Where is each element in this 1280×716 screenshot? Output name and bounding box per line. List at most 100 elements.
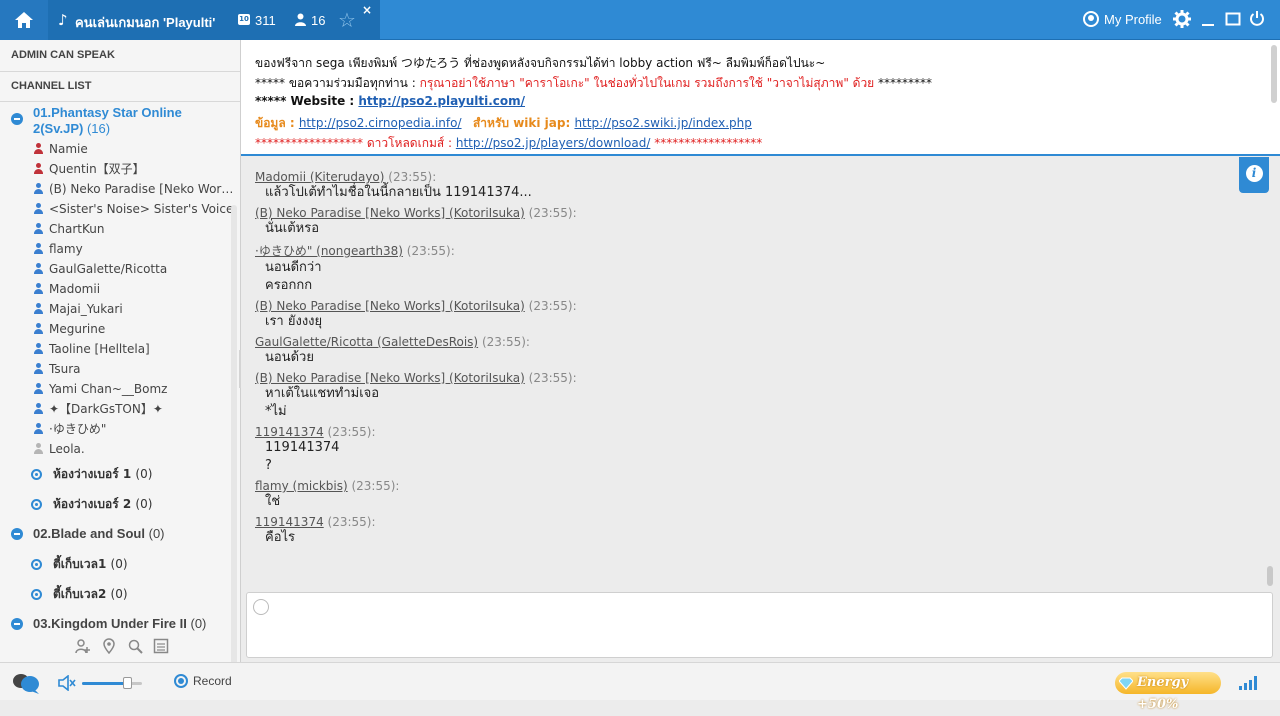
- message-meta: Madomii (Kiterudayo) (23:55):: [255, 170, 1266, 184]
- user-item[interactable]: Tsura: [0, 359, 232, 379]
- chat-scrollbar[interactable]: [1267, 566, 1273, 586]
- volume-handle[interactable]: [123, 677, 132, 689]
- user-item[interactable]: Leola.: [0, 439, 232, 459]
- user-name: flamy: [49, 242, 83, 256]
- sender-name[interactable]: 119141374: [255, 515, 324, 529]
- power-icon[interactable]: [1249, 10, 1265, 28]
- notice-line: ***** Website : http://pso2.playulti.com…: [255, 94, 1266, 114]
- location-pin-icon[interactable]: [101, 638, 117, 654]
- chat-bubbles-icon[interactable]: [12, 672, 40, 694]
- person-icon: [33, 443, 44, 455]
- person-icon: [33, 223, 44, 235]
- subroom-count: (0): [110, 587, 128, 601]
- message-text: นอนดีกว่า: [265, 260, 322, 275]
- volume-slider[interactable]: [82, 677, 142, 689]
- message-input[interactable]: [247, 593, 1272, 657]
- subroom-name: ห้องว่างเบอร์ 2: [53, 497, 132, 511]
- my-profile-button[interactable]: My Profile: [1083, 11, 1162, 27]
- user-list: Namie Quentin【双子】 (B) Neko Paradise [Neko …: [0, 139, 232, 459]
- user-name: ·ゆきひめ": [49, 422, 107, 436]
- user-name: ✦【DarkGsTON】✦: [49, 402, 163, 416]
- channel-count: (0): [190, 616, 207, 631]
- diamond-icon: [1119, 677, 1133, 690]
- signal-icon: [1239, 676, 1257, 690]
- user-icon: [295, 13, 306, 26]
- sender-name[interactable]: 119141374: [255, 425, 324, 439]
- sender-name[interactable]: GaulGalette/Ricotta (GaletteDesRois): [255, 335, 478, 349]
- minimize-icon[interactable]: [1201, 10, 1215, 28]
- message-meta: ·ゆきひめ" (nongearth38) (23:55):: [255, 242, 1266, 259]
- website-link[interactable]: http://pso2.playulti.com/: [358, 94, 525, 108]
- energy-label: Energy +50%: [1137, 675, 1189, 712]
- user-item[interactable]: <Sister's Noise> Sister's Voice: [0, 199, 232, 219]
- maximize-icon[interactable]: [1225, 10, 1241, 28]
- user-item[interactable]: Yami Chan~__Bomz: [0, 379, 232, 399]
- user-item[interactable]: GaulGalette/Ricotta: [0, 259, 232, 279]
- room-radio-icon: [31, 469, 42, 480]
- message-time: (23:55):: [528, 206, 577, 220]
- notice-text: *********: [874, 76, 933, 90]
- notice-scrollbar[interactable]: [1271, 45, 1277, 103]
- user-item[interactable]: Majai_Yukari: [0, 299, 232, 319]
- close-tab-icon[interactable]: ×: [362, 3, 372, 17]
- notice-text: สำหรับ wiki jap:: [472, 116, 575, 130]
- user-item[interactable]: Quentin【双子】: [0, 159, 232, 179]
- swiki-link[interactable]: http://pso2.swiki.jp/index.php: [574, 116, 751, 130]
- user-item[interactable]: Taoline [Helltela]: [0, 339, 232, 359]
- subroom-item[interactable]: ห้องว่างเบอร์ 1 (0): [0, 459, 232, 489]
- search-icon[interactable]: [127, 638, 143, 654]
- message-text: เรา ยังงงยุ: [265, 314, 323, 329]
- subroom-item[interactable]: ตี้เก็บเวล1 (0): [0, 549, 232, 579]
- channel-kingdom-under-fire[interactable]: 03.Kingdom Under Fire II (0): [0, 609, 232, 639]
- message-time: (23:55):: [327, 425, 376, 439]
- channel-pso2[interactable]: 01.Phantasy Star Online 2(Sv.JP) (16): [0, 103, 232, 139]
- emoticon-icon[interactable]: [253, 599, 269, 615]
- profile-label: My Profile: [1104, 11, 1162, 27]
- collapse-icon[interactable]: [11, 618, 23, 630]
- speaker-muted-icon[interactable]: [58, 675, 76, 691]
- sender-name[interactable]: (B) Neko Paradise [Neko Works] (KotoriIs…: [255, 371, 525, 385]
- collapse-icon[interactable]: [11, 528, 23, 540]
- sender-name[interactable]: flamy (mickbis): [255, 479, 348, 493]
- subroom-item[interactable]: ตี้เก็บเวล2 (0): [0, 579, 232, 609]
- user-item[interactable]: Namie: [0, 139, 232, 159]
- room-tab[interactable]: ♪ คนเล่นเกมนอก 'Playulti' 10 311 16 ☆ ×: [48, 0, 380, 40]
- user-item[interactable]: Megurine: [0, 319, 232, 339]
- user-item[interactable]: (B) Neko Paradise [Neko Wor…: [0, 179, 232, 199]
- list-icon[interactable]: [153, 638, 169, 654]
- sidebar-scrollbar[interactable]: [231, 205, 237, 665]
- collapse-icon[interactable]: [11, 113, 23, 125]
- message-time: (23:55):: [406, 244, 455, 258]
- user-item[interactable]: ·ゆきひめ": [0, 419, 232, 439]
- subroom-count: (0): [135, 497, 153, 511]
- download-link[interactable]: http://pso2.jp/players/download/: [456, 136, 651, 150]
- message-text: นั่นเต้หรอ: [265, 221, 320, 236]
- notice-line: ****************** ดาวโหลดเกมส์ : http:/…: [255, 134, 1266, 154]
- sender-name[interactable]: (B) Neko Paradise [Neko Works] (KotoriIs…: [255, 206, 525, 220]
- favorite-star-icon[interactable]: ☆: [338, 8, 356, 32]
- user-name: <Sister's Noise> Sister's Voice: [49, 202, 232, 216]
- energy-badge[interactable]: Energy +50%: [1115, 672, 1221, 712]
- user-item[interactable]: Madomii: [0, 279, 232, 299]
- record-button[interactable]: Record: [174, 674, 232, 688]
- info-button[interactable]: i: [1239, 157, 1269, 193]
- settings-gear-icon[interactable]: [1173, 10, 1191, 28]
- sender-name[interactable]: Madomii (Kiterudayo): [255, 170, 384, 184]
- room-title: คนเล่นเกมนอก 'Playulti': [75, 15, 216, 30]
- add-user-icon[interactable]: [75, 638, 91, 654]
- sender-name[interactable]: (B) Neko Paradise [Neko Works] (KotoriIs…: [255, 299, 525, 313]
- user-item[interactable]: ✦【DarkGsTON】✦: [0, 399, 232, 419]
- channel-blade-and-soul[interactable]: 02.Blade and Soul (0): [0, 519, 232, 549]
- message-time: (23:55):: [388, 170, 437, 184]
- person-icon: [33, 283, 44, 295]
- user-item[interactable]: flamy: [0, 239, 232, 259]
- cirnopedia-link[interactable]: http://pso2.cirnopedia.info/: [299, 116, 462, 130]
- home-button[interactable]: [0, 0, 48, 40]
- notice-text: ***** Website :: [255, 94, 359, 108]
- sender-name[interactable]: ·ゆきひめ" (nongearth38): [255, 244, 403, 258]
- subroom-item[interactable]: ห้องว่างเบอร์ 2 (0): [0, 489, 232, 519]
- subroom-name: ห้องว่างเบอร์ 1: [53, 467, 132, 481]
- admin-can-speak-header[interactable]: ADMIN CAN SPEAK: [0, 40, 240, 72]
- channel-tree: 01.Phantasy Star Online 2(Sv.JP) (16) Na…: [0, 103, 232, 639]
- user-item[interactable]: ChartKun: [0, 219, 232, 239]
